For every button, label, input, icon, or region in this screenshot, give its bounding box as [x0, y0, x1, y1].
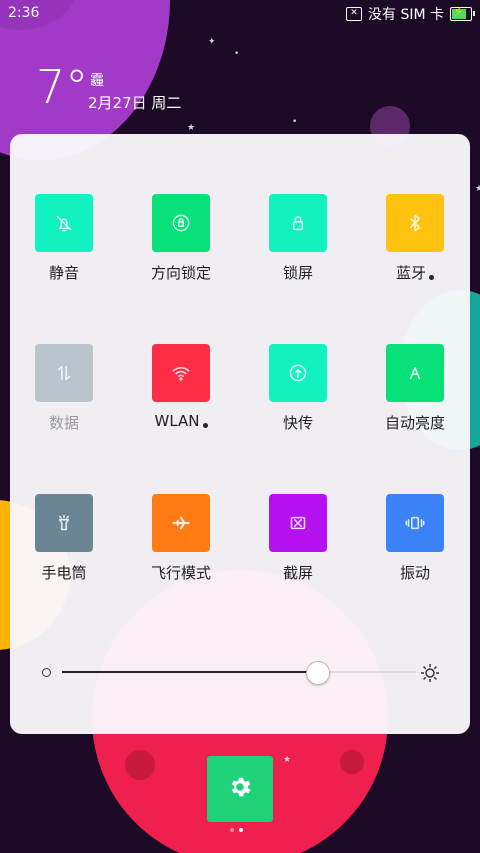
tile-auto-brightness[interactable]: 自动亮度	[365, 344, 465, 433]
tile-lock[interactable]: 锁屏	[248, 194, 348, 283]
brightness-knob[interactable]	[305, 661, 330, 685]
page-dot	[230, 828, 234, 832]
brightness-slider[interactable]	[40, 660, 440, 686]
temperature: 7°	[36, 60, 89, 114]
lock-icon	[269, 194, 327, 252]
clock: 2:36	[8, 5, 40, 21]
gear-icon	[227, 774, 253, 804]
date: 2月27日 周二	[88, 94, 182, 112]
vibrate-icon	[386, 494, 444, 552]
wifi-icon	[152, 344, 210, 402]
tile-label: 数据	[14, 412, 114, 433]
rotation-lock-icon	[152, 194, 210, 252]
star: ★	[475, 184, 480, 194]
tile-label: 飞行模式	[131, 562, 231, 583]
bell-off-icon	[35, 194, 93, 252]
tile-label-text: 数据	[48, 414, 79, 432]
status-bar: 2:36 ✕ 没有 SIM 卡 ⚡	[0, 0, 480, 28]
tile-label-text: 手电筒	[41, 564, 87, 582]
battery-charging-icon: ⚡	[450, 5, 475, 21]
tile-label-text: 静音	[48, 264, 79, 282]
red-crater-2	[340, 750, 364, 774]
tile-vibrate[interactable]: 振动	[365, 494, 465, 583]
tile-bluetooth[interactable]: 蓝牙	[365, 194, 465, 283]
upload-circle-icon	[269, 344, 327, 402]
tile-label: 手电筒	[14, 562, 114, 583]
tile-label-text: 振动	[399, 564, 430, 582]
page-dot	[239, 828, 243, 832]
tile-data-arrows[interactable]: 数据	[14, 344, 114, 433]
tile-label-text: 方向锁定	[150, 264, 211, 282]
tile-label-text: 截屏	[282, 564, 313, 582]
star: •	[292, 117, 298, 127]
tile-airplane[interactable]: 飞行模式	[131, 494, 231, 583]
tile-label: 截屏	[248, 562, 348, 583]
star: •	[234, 49, 240, 59]
tile-rotation-lock[interactable]: 方向锁定	[131, 194, 231, 283]
no-sim-icon: ✕	[346, 7, 362, 21]
tile-label: 静音	[14, 262, 114, 283]
tile-wifi[interactable]: WLAN	[131, 344, 231, 430]
active-indicator-dot	[429, 275, 434, 280]
tile-label: 蓝牙	[365, 262, 465, 283]
auto-brightness-icon	[386, 344, 444, 402]
tile-label: 锁屏	[248, 262, 348, 283]
tile-label: 自动亮度	[365, 412, 465, 433]
tile-upload-circle[interactable]: 快传	[248, 344, 348, 433]
active-indicator-dot	[202, 423, 208, 428]
tile-label-text: 蓝牙	[395, 264, 426, 282]
page-indicator	[230, 828, 243, 832]
star: ★	[283, 755, 292, 765]
flashlight-icon	[35, 494, 93, 552]
brightness-low-icon	[42, 668, 51, 677]
weather-condition: 霾	[90, 73, 104, 89]
tile-label-text: WLAN	[154, 412, 200, 430]
tile-label-text: 自动亮度	[384, 414, 445, 432]
tile-label-text: 飞行模式	[150, 564, 211, 582]
brightness-track[interactable]	[62, 661, 416, 685]
airplane-icon	[152, 494, 210, 552]
tile-label-text: 锁屏	[282, 264, 313, 282]
tile-screenshot[interactable]: 截屏	[248, 494, 348, 583]
tile-bell-off[interactable]: 静音	[14, 194, 114, 283]
tile-label: 快传	[248, 412, 348, 433]
bluetooth-icon	[386, 194, 444, 252]
brightness-high-icon	[420, 663, 440, 687]
brightness-fill	[62, 671, 317, 673]
screenshot-icon	[269, 494, 327, 552]
tile-label: WLAN	[131, 412, 231, 430]
sim-status: 没有 SIM 卡	[368, 7, 444, 23]
settings-button[interactable]	[207, 756, 273, 822]
tile-flashlight[interactable]: 手电筒	[14, 494, 114, 583]
tile-label: 方向锁定	[131, 262, 231, 283]
red-crater-1	[125, 750, 155, 780]
tile-label-text: 快传	[282, 414, 313, 432]
star: ★	[187, 123, 196, 133]
quick-settings-panel: 静音 方向锁定 锁屏 蓝牙数据 WLAN 快传 自动亮度手电筒 飞行模式 截屏 振动	[10, 134, 470, 734]
tile-label: 振动	[365, 562, 465, 583]
star: ✦	[208, 37, 216, 47]
data-arrows-icon	[35, 344, 93, 402]
